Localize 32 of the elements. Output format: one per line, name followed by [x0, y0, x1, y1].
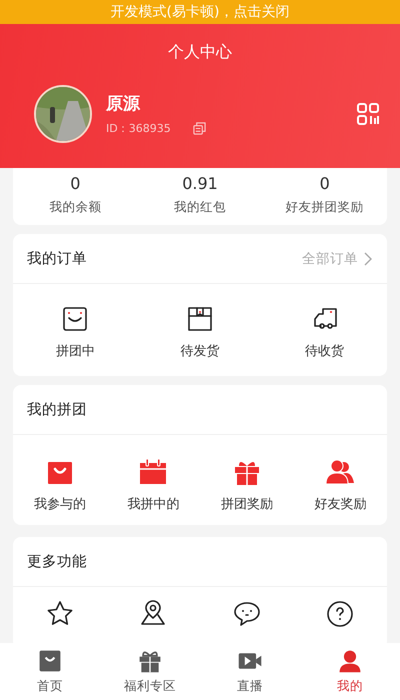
tab-bar-item[interactable]: 首页: [0, 643, 100, 700]
group-buy-label[interactable]: 我参与的: [34, 495, 86, 513]
stat-value: 0: [70, 174, 80, 193]
order-status-label[interactable]: 待发货: [180, 342, 220, 360]
group-buy-label[interactable]: 拼团奖励: [220, 495, 273, 513]
page-title: 个人中心: [168, 42, 232, 63]
order-status-label[interactable]: 拼团中: [56, 342, 95, 360]
stat-value: 0.91: [182, 174, 218, 193]
bag-icon: [37, 648, 63, 674]
group-buy-label[interactable]: 我拼中的: [127, 495, 180, 513]
tab-bar-item[interactable]: 福利专区: [100, 643, 200, 700]
stat-value: 0: [320, 174, 330, 193]
copy-icon: [192, 122, 206, 135]
section-title: 更多功能: [27, 553, 87, 571]
chat-bubble-icon: [232, 599, 262, 629]
section-title: 我的拼团: [27, 401, 87, 419]
person-icon: [337, 648, 363, 674]
qr-code-icon[interactable]: [356, 102, 380, 126]
user-id: ID：368935: [106, 121, 171, 136]
user-name: 原源: [106, 93, 142, 115]
section-title: 我的订单: [27, 250, 87, 268]
tab-bar-item[interactable]: 直播: [200, 643, 300, 700]
stat-label: 我的余额: [49, 199, 102, 216]
chevron-right-icon: [364, 252, 373, 266]
tab-bar-item[interactable]: 我的: [300, 643, 400, 700]
stat-label: 我的红包: [174, 199, 226, 216]
group-buy-label[interactable]: 好友奖励: [314, 495, 366, 513]
order-status-label[interactable]: 待收货: [305, 342, 344, 360]
help-icon: [325, 599, 356, 629]
stat-label: 好友拼团奖励: [286, 199, 364, 216]
package-icon: [185, 304, 215, 334]
calendar-icon: [138, 457, 168, 487]
